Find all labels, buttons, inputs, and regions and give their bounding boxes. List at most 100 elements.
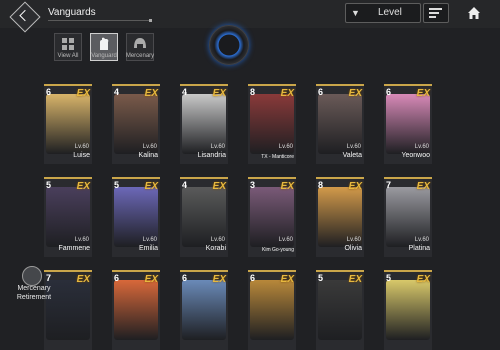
character-card[interactable]: 6 EX Lv.60 Luise — [44, 84, 92, 164]
star-count: 8 — [318, 180, 324, 190]
page-title: Vanguards — [48, 7, 96, 18]
character-portrait — [318, 280, 362, 340]
star-count: 6 — [182, 273, 188, 283]
character-portrait — [114, 280, 158, 340]
level-label: Lv.60 — [210, 237, 225, 243]
character-name: Yeonwoo — [401, 152, 430, 159]
back-icon — [19, 9, 31, 22]
star-count: 5 — [114, 180, 120, 190]
character-portrait — [182, 280, 226, 340]
rank-badge: EX — [416, 88, 430, 99]
sort-label: Level — [378, 7, 402, 18]
mercenary-retirement-button[interactable]: Mercenary Retirement — [12, 266, 56, 312]
retire-person-icon — [22, 266, 42, 286]
rank-badge: EX — [76, 274, 90, 285]
sort-order-icon-line — [429, 12, 439, 14]
character-card[interactable]: 5 EX — [316, 270, 364, 350]
star-count: 6 — [250, 273, 256, 283]
character-name: Kalina — [138, 152, 158, 159]
character-portrait — [386, 280, 430, 340]
character-name: Lisandria — [197, 152, 226, 159]
title-underline — [48, 19, 152, 22]
level-label: Lv.60 — [346, 237, 361, 243]
rank-badge: EX — [348, 181, 362, 192]
sort-order-icon-line — [429, 16, 436, 18]
rank-badge: EX — [144, 181, 158, 192]
character-portrait — [250, 280, 294, 340]
rank-badge: EX — [212, 274, 226, 285]
grid-icon — [62, 38, 74, 50]
character-card[interactable]: 5 EX Lv.60 Emilia — [112, 177, 160, 257]
star-count: 6 — [114, 273, 120, 283]
character-name: Fammene — [58, 245, 90, 252]
level-label: Lv.60 — [278, 144, 293, 150]
rank-badge: EX — [348, 274, 362, 285]
rank-badge: EX — [212, 181, 226, 192]
character-name: Kim Go-young — [262, 247, 294, 253]
level-label: Lv.60 — [414, 144, 429, 150]
character-name: Korabi — [205, 245, 226, 252]
home-button[interactable] — [466, 5, 482, 21]
level-label: Lv.60 — [74, 237, 89, 243]
rank-badge: EX — [348, 88, 362, 99]
rank-badge: EX — [280, 181, 294, 192]
character-card[interactable]: 5 EX Lv.60 Fammene — [44, 177, 92, 257]
rank-badge: EX — [144, 274, 158, 285]
character-card[interactable]: 6 EX — [248, 270, 296, 350]
star-count: 4 — [182, 180, 188, 190]
rank-badge: EX — [212, 88, 226, 99]
rank-badge: EX — [416, 274, 430, 285]
funnel-icon: ▼ — [351, 8, 360, 18]
star-count: 3 — [250, 180, 256, 190]
star-count: 6 — [46, 87, 52, 97]
star-count: 7 — [386, 180, 392, 190]
level-label: Lv.60 — [142, 237, 157, 243]
character-name: Emilia — [138, 245, 158, 252]
formation-ring-icon[interactable] — [209, 25, 249, 65]
character-name: TX - Manticore — [261, 154, 294, 160]
rank-badge: EX — [280, 274, 294, 285]
character-card[interactable]: 5 EX — [384, 270, 432, 350]
rank-badge: EX — [76, 88, 90, 99]
level-label: Lv.60 — [74, 144, 89, 150]
level-label: Lv.60 — [414, 237, 429, 243]
character-card[interactable]: 4 EX Lv.60 Lisandria — [180, 84, 228, 164]
character-card[interactable]: 4 EX Lv.60 Korabi — [180, 177, 228, 257]
character-card[interactable]: 8 EX Lv.60 TX - Manticore — [248, 84, 296, 164]
sort-order-icon — [429, 8, 442, 10]
retire-label-line2: Retirement — [16, 294, 52, 301]
sort-order-button[interactable] — [423, 3, 449, 23]
level-label: Lv.60 — [346, 144, 361, 150]
character-card[interactable]: 6 EX — [180, 270, 228, 350]
level-label: Lv.60 — [278, 237, 293, 243]
star-count: 8 — [250, 87, 256, 97]
level-label: Lv.60 — [210, 144, 225, 150]
rank-badge: EX — [416, 181, 430, 192]
character-card[interactable]: 3 EX Lv.60 Kim Go-young — [248, 177, 296, 257]
character-card[interactable]: 6 EX Lv.60 Yeonwoo — [384, 84, 432, 164]
filter-view-all-label: View All — [57, 53, 79, 59]
character-name: Luise — [73, 152, 90, 159]
rank-badge: EX — [280, 88, 294, 99]
star-count: 4 — [182, 87, 188, 97]
sort-dropdown[interactable]: ▼ Level — [345, 3, 421, 23]
character-name: Platina — [408, 245, 430, 252]
rank-badge: EX — [76, 181, 90, 192]
home-icon — [468, 7, 480, 19]
star-count: 4 — [114, 87, 120, 97]
rank-badge: EX — [144, 88, 158, 99]
star-count: 5 — [318, 273, 324, 283]
retire-label-line1: Mercenary — [17, 285, 51, 292]
filter-mercenary-label: Mercenary — [125, 53, 155, 59]
star-count: 6 — [386, 87, 392, 97]
character-card[interactable]: 7 EX Lv.60 Platina — [384, 177, 432, 257]
star-count: 5 — [46, 180, 52, 190]
level-label: Lv.60 — [142, 144, 157, 150]
character-card[interactable]: 6 EX — [112, 270, 160, 350]
character-card[interactable]: 4 EX Lv.60 Kalina — [112, 84, 160, 164]
star-count: 5 — [386, 273, 392, 283]
character-card[interactable]: 8 EX Lv.60 Olivia — [316, 177, 364, 257]
character-card[interactable]: 6 EX Lv.60 Valeta — [316, 84, 364, 164]
filter-vanguard-label: Vanguard — [91, 53, 117, 59]
hand-icon — [100, 37, 109, 50]
